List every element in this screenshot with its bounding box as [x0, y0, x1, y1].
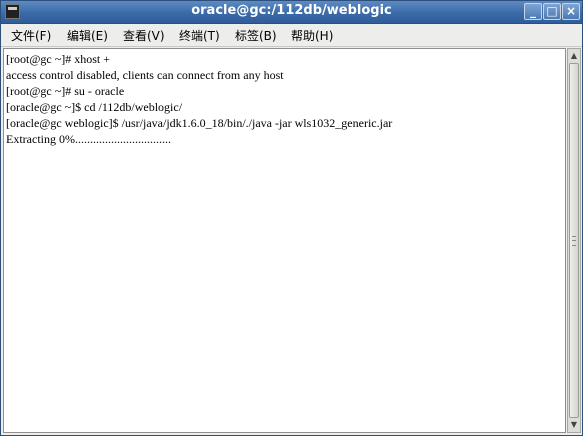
close-button[interactable]: ×	[562, 3, 580, 20]
terminal-output[interactable]: [root@gc ~]# xhost + access control disa…	[3, 48, 566, 433]
terminal-line: Extracting 0%...........................…	[6, 132, 171, 146]
scroll-down-arrow-icon[interactable]: ▼	[569, 419, 579, 431]
terminal-line: [oracle@gc weblogic]$ /usr/java/jdk1.6.0…	[6, 116, 393, 130]
title-bar[interactable]: oracle@gc:/112db/weblogic _ □ ×	[1, 1, 582, 24]
terminal-line: access control disabled, clients can con…	[6, 68, 284, 82]
terminal-line: [oracle@gc ~]$ cd /112db/weblogic/	[6, 100, 183, 114]
maximize-button[interactable]: □	[543, 3, 561, 20]
menu-terminal[interactable]: 终端(T)	[179, 27, 220, 44]
window-title: oracle@gc:/112db/weblogic	[191, 3, 392, 18]
menu-help[interactable]: 帮助(H)	[291, 27, 333, 44]
vertical-scrollbar[interactable]: ▲ ▼	[567, 48, 581, 433]
grip-icon	[572, 236, 576, 246]
scrollbar-thumb[interactable]	[569, 63, 579, 418]
terminal-line: [root@gc ~]# su - oracle	[6, 84, 125, 98]
minimize-button[interactable]: _	[524, 3, 542, 20]
terminal-window: oracle@gc:/112db/weblogic _ □ × 文件(F) 编辑…	[0, 0, 583, 436]
menu-bar: 文件(F) 编辑(E) 查看(V) 终端(T) 标签(B) 帮助(H)	[1, 24, 582, 47]
menu-file[interactable]: 文件(F)	[11, 27, 51, 44]
menu-view[interactable]: 查看(V)	[123, 27, 165, 44]
scroll-up-arrow-icon[interactable]: ▲	[569, 50, 579, 62]
menu-tabs[interactable]: 标签(B)	[235, 27, 277, 44]
terminal-line: [root@gc ~]# xhost +	[6, 52, 110, 66]
menu-edit[interactable]: 编辑(E)	[67, 27, 108, 44]
